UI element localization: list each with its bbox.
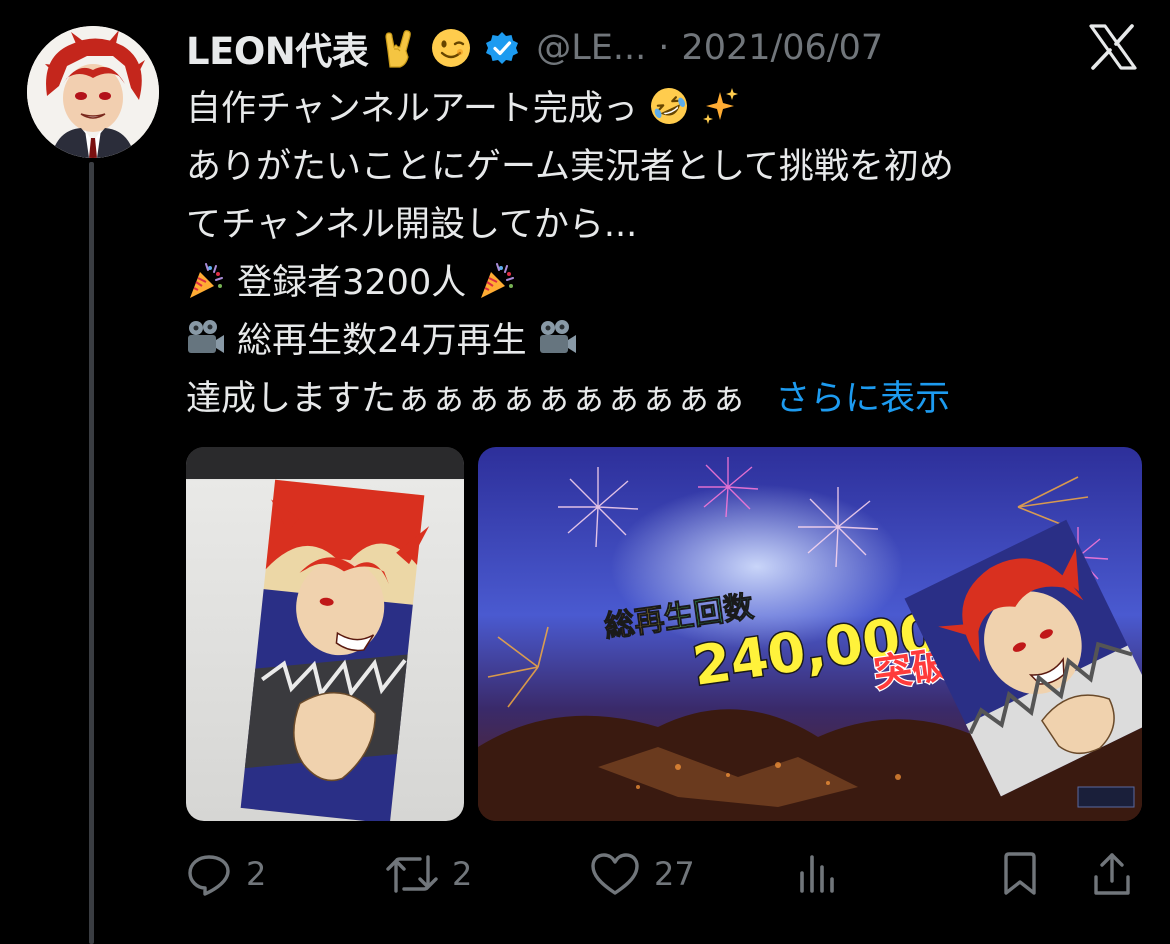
- views-button[interactable]: [798, 846, 838, 902]
- views-milestone-banner[interactable]: 総再生回数 240,000 突破: [478, 447, 1142, 821]
- tweet-text-line-4: 登録者3200人: [186, 254, 1146, 312]
- views-chart-icon: [800, 855, 834, 893]
- tweet-text-segment: 達成しますたぁぁぁぁぁぁぁぁぁぁ: [186, 379, 747, 419]
- retweet-count: 2: [452, 855, 473, 893]
- heart-icon: [591, 853, 639, 895]
- bookmark-button[interactable]: [1000, 846, 1040, 902]
- thread-connector-line: [89, 162, 94, 944]
- media-image-left: [186, 447, 464, 821]
- like-button[interactable]: 27: [590, 846, 695, 902]
- sparkles-emoji: [700, 86, 740, 126]
- winking-face-emoji: [430, 27, 472, 69]
- retweet-button[interactable]: 2: [386, 846, 472, 902]
- channel-art-drawing-photo[interactable]: [186, 447, 464, 821]
- like-count: 27: [654, 855, 695, 893]
- tweet-text-line-6: 達成しますたぁぁぁぁぁぁぁぁぁぁ さらに表示: [186, 370, 1146, 428]
- party-popper-emoji: [477, 260, 517, 300]
- share-icon: [1094, 853, 1130, 895]
- reply-count: 2: [246, 855, 267, 893]
- tweet-text-line-2: ありがたいことにゲーム実況者として挑戦を初め: [186, 147, 954, 187]
- movie-camera-emoji: [538, 318, 578, 358]
- tweet-body: 自作チャンネルアート完成っ ありがたいことにゲーム実況者として挑戦を初め てチャ…: [186, 80, 1146, 428]
- movie-camera-emoji: [186, 318, 226, 358]
- sign-of-horns-emoji: [378, 27, 420, 69]
- tweet-text-line-3: てチャンネル開設してから...: [186, 205, 638, 245]
- author-handle[interactable]: @LE...: [536, 28, 646, 68]
- reply-button[interactable]: 2: [186, 846, 266, 902]
- retweet-icon: [386, 855, 438, 893]
- tweet-text-line-1: 自作チャンネルアート完成っ: [186, 80, 1146, 138]
- tweet-text-segment: 総再生数24万再生: [237, 321, 527, 361]
- tweet-text-segment: 自作チャンネルアート完成っ: [186, 89, 638, 129]
- share-button[interactable]: [1092, 846, 1132, 902]
- tweet-text-line-5: 総再生数24万再生: [186, 312, 1146, 370]
- tweet-actions-bar: 2 2 27: [186, 846, 1136, 902]
- avatar-illustration: [27, 26, 159, 158]
- tweet-date[interactable]: 2021/06/07: [681, 28, 883, 68]
- tweet-header: LEON代表 @LE... · 2021/06/07: [186, 20, 883, 76]
- x-logo-icon[interactable]: [1088, 24, 1138, 70]
- tweet-text-segment: 登録者3200人: [237, 263, 467, 303]
- verified-badge-icon: [484, 30, 520, 66]
- bookmark-icon: [1004, 852, 1036, 895]
- author-display-name[interactable]: LEON代表: [186, 21, 369, 75]
- avatar[interactable]: [27, 26, 159, 158]
- header-separator: ·: [658, 28, 670, 68]
- reply-icon: [188, 855, 230, 896]
- media-image-right: 総再生回数 240,000 突破: [478, 447, 1142, 821]
- show-more-link[interactable]: さらに表示: [775, 379, 950, 419]
- rolling-on-floor-laughing-emoji: [649, 86, 689, 126]
- party-popper-emoji: [186, 260, 226, 300]
